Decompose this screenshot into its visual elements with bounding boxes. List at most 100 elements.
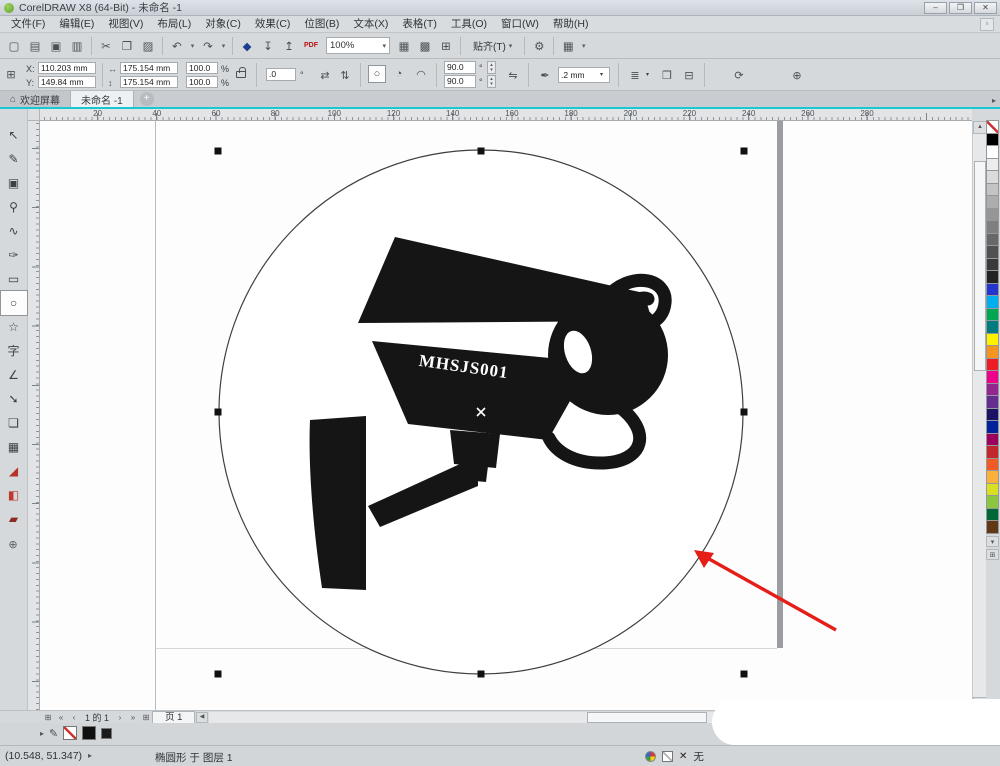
undo-icon[interactable]: ↶ bbox=[167, 36, 187, 56]
outline-pen-icon[interactable]: ✒ bbox=[536, 66, 554, 84]
palette-swatch[interactable] bbox=[986, 432, 999, 446]
palette-swatch[interactable] bbox=[986, 370, 999, 384]
palette-scroll-down-icon[interactable]: ▾ bbox=[986, 535, 999, 547]
palette-swatch[interactable] bbox=[986, 132, 999, 146]
palette-swatch[interactable] bbox=[986, 357, 999, 371]
rotation-angle-field[interactable]: .0 bbox=[266, 68, 296, 81]
chevron-down-icon[interactable]: ▾ bbox=[646, 71, 649, 78]
shape-tool[interactable]: ✎ bbox=[1, 147, 27, 171]
mirror-horizontal-icon[interactable]: ⇄ bbox=[316, 66, 334, 84]
zoom-level-select[interactable]: 100% ▾ bbox=[326, 37, 390, 54]
launcher-icon[interactable]: ▦ bbox=[558, 36, 578, 56]
spin-down-icon[interactable]: ▾ bbox=[490, 81, 493, 87]
handle-bottom-right[interactable] bbox=[740, 670, 748, 678]
lock-ratio-icon[interactable] bbox=[236, 67, 246, 78]
artistic-media-tool[interactable]: ✑ bbox=[1, 243, 27, 267]
handle-top-center[interactable] bbox=[477, 147, 485, 155]
palette-swatch[interactable] bbox=[986, 482, 999, 496]
text-tool[interactable]: 字 bbox=[1, 339, 27, 363]
toolbar-separator[interactable] bbox=[553, 36, 555, 55]
tab-welcome-screen[interactable]: ⌂ 欢迎屏幕 bbox=[0, 91, 72, 107]
palette-swatch[interactable] bbox=[986, 232, 999, 246]
palette-swatch[interactable] bbox=[986, 307, 999, 321]
menu-item[interactable]: 文本(X) bbox=[346, 16, 395, 33]
tab-scroll-icon[interactable]: ▸ bbox=[992, 96, 996, 105]
palette-flyout-icon[interactable]: ⊞ bbox=[986, 548, 999, 560]
menu-item[interactable]: 窗口(W) bbox=[494, 16, 546, 33]
options-icon[interactable]: ⚙ bbox=[529, 36, 549, 56]
palette-swatch[interactable] bbox=[986, 245, 999, 259]
new-document-icon[interactable]: ▢ bbox=[4, 36, 24, 56]
palette-swatch[interactable] bbox=[986, 395, 999, 409]
palette-swatch[interactable] bbox=[986, 345, 999, 359]
text-wrap-icon[interactable]: ≣ bbox=[626, 66, 644, 84]
snap-to-dropdown[interactable]: 贴齐(T) ▾ bbox=[467, 37, 518, 55]
tab-untitled-document[interactable]: 未命名 -1 bbox=[71, 91, 134, 107]
spin-down-icon[interactable]: ▾ bbox=[490, 67, 493, 73]
drawing-canvas[interactable]: MHSJS001 bbox=[40, 121, 972, 710]
palette-swatch[interactable] bbox=[986, 257, 999, 271]
change-direction-icon[interactable]: ⇋ bbox=[504, 66, 522, 84]
menu-item[interactable]: 布局(L) bbox=[150, 16, 198, 33]
redo-icon[interactable]: ↷ bbox=[198, 36, 218, 56]
maximize-button[interactable]: ❐ bbox=[949, 2, 972, 14]
zoom-tool[interactable]: ⚲ bbox=[1, 195, 27, 219]
scale-y-field[interactable]: 100.0 bbox=[186, 76, 218, 88]
palette-swatch[interactable] bbox=[986, 195, 999, 209]
arc-mode-button[interactable]: ◠ bbox=[412, 65, 430, 83]
vertical-ruler[interactable] bbox=[28, 121, 40, 710]
arc-start-spinner[interactable]: ▴ ▾ bbox=[487, 61, 496, 74]
color-eyedropper-tool[interactable]: ◢ bbox=[1, 459, 27, 483]
publish-pdf-icon[interactable]: PDF bbox=[300, 36, 322, 56]
toolbar-separator[interactable] bbox=[524, 36, 526, 55]
flatten-icon[interactable]: ⊟ bbox=[680, 66, 698, 84]
status-flyout-icon[interactable]: ▸ bbox=[40, 729, 44, 738]
palette-swatch[interactable] bbox=[986, 170, 999, 184]
freehand-tool[interactable]: ∿ bbox=[1, 219, 27, 243]
palette-swatch[interactable] bbox=[986, 457, 999, 471]
fill-none-swatch[interactable] bbox=[63, 726, 78, 740]
last-page-button[interactable]: » bbox=[127, 712, 139, 724]
palette-swatch[interactable] bbox=[986, 507, 999, 521]
interactive-fill-tool[interactable]: ◧ bbox=[1, 483, 27, 507]
cut-icon[interactable]: ✂ bbox=[96, 36, 116, 56]
import-icon[interactable]: ↧ bbox=[258, 36, 278, 56]
crop-tool[interactable]: ▣ bbox=[1, 171, 27, 195]
connector-tool[interactable]: ➘ bbox=[1, 387, 27, 411]
x-position-field[interactable]: 110.203 mm bbox=[38, 62, 96, 74]
menu-item[interactable]: 效果(C) bbox=[248, 16, 298, 33]
menubar-right-icon[interactable]: ▫ bbox=[980, 18, 994, 31]
palette-swatch[interactable] bbox=[986, 470, 999, 484]
first-page-button[interactable]: « bbox=[55, 712, 67, 724]
open-icon[interactable]: ▤ bbox=[25, 36, 45, 56]
next-page-button[interactable]: › bbox=[114, 712, 126, 724]
add-page-right-button[interactable]: ⊞ bbox=[140, 712, 152, 724]
arc-end-spinner[interactable]: ▴ ▾ bbox=[487, 75, 496, 88]
print-icon[interactable]: ▥ bbox=[67, 36, 87, 56]
scroll-up-button[interactable]: ▲ bbox=[973, 121, 987, 134]
add-control-icon[interactable]: ⊕ bbox=[788, 66, 806, 84]
new-tab-button[interactable]: + bbox=[139, 92, 154, 106]
ellipse-mode-button[interactable]: ○ bbox=[368, 65, 386, 83]
ruler-origin-box[interactable] bbox=[28, 109, 40, 121]
palette-swatch[interactable] bbox=[986, 145, 999, 159]
rectangle-tool[interactable]: ▭ bbox=[1, 267, 27, 291]
toolbar-separator[interactable] bbox=[162, 36, 163, 55]
full-screen-preview-icon[interactable]: ▦ bbox=[394, 36, 414, 56]
vertical-scrollbar[interactable]: ▲ ▼ bbox=[972, 121, 987, 710]
search-content-icon[interactable]: ◆ bbox=[237, 36, 257, 56]
fill-black-swatch[interactable] bbox=[82, 726, 97, 740]
handle-bottom-center[interactable] bbox=[477, 670, 485, 678]
add-tools-button[interactable]: ⊕ bbox=[0, 535, 26, 555]
palette-swatch[interactable] bbox=[986, 407, 999, 421]
pie-mode-button[interactable]: ◔ bbox=[390, 65, 408, 83]
menu-item[interactable]: 帮助(H) bbox=[546, 16, 596, 33]
palette-swatch[interactable] bbox=[986, 420, 999, 434]
horizontal-ruler[interactable]: 20 40 60 80 100 120 140 160 180 200 220 240 260 280 bbox=[40, 109, 972, 121]
handle-middle-right[interactable] bbox=[740, 408, 748, 416]
menu-item[interactable]: 对象(C) bbox=[198, 16, 248, 33]
palette-swatch[interactable] bbox=[986, 282, 999, 296]
refresh-icon[interactable]: ⟳ bbox=[730, 66, 748, 84]
handle-middle-left[interactable] bbox=[214, 408, 222, 416]
palette-swatch[interactable] bbox=[986, 270, 999, 284]
